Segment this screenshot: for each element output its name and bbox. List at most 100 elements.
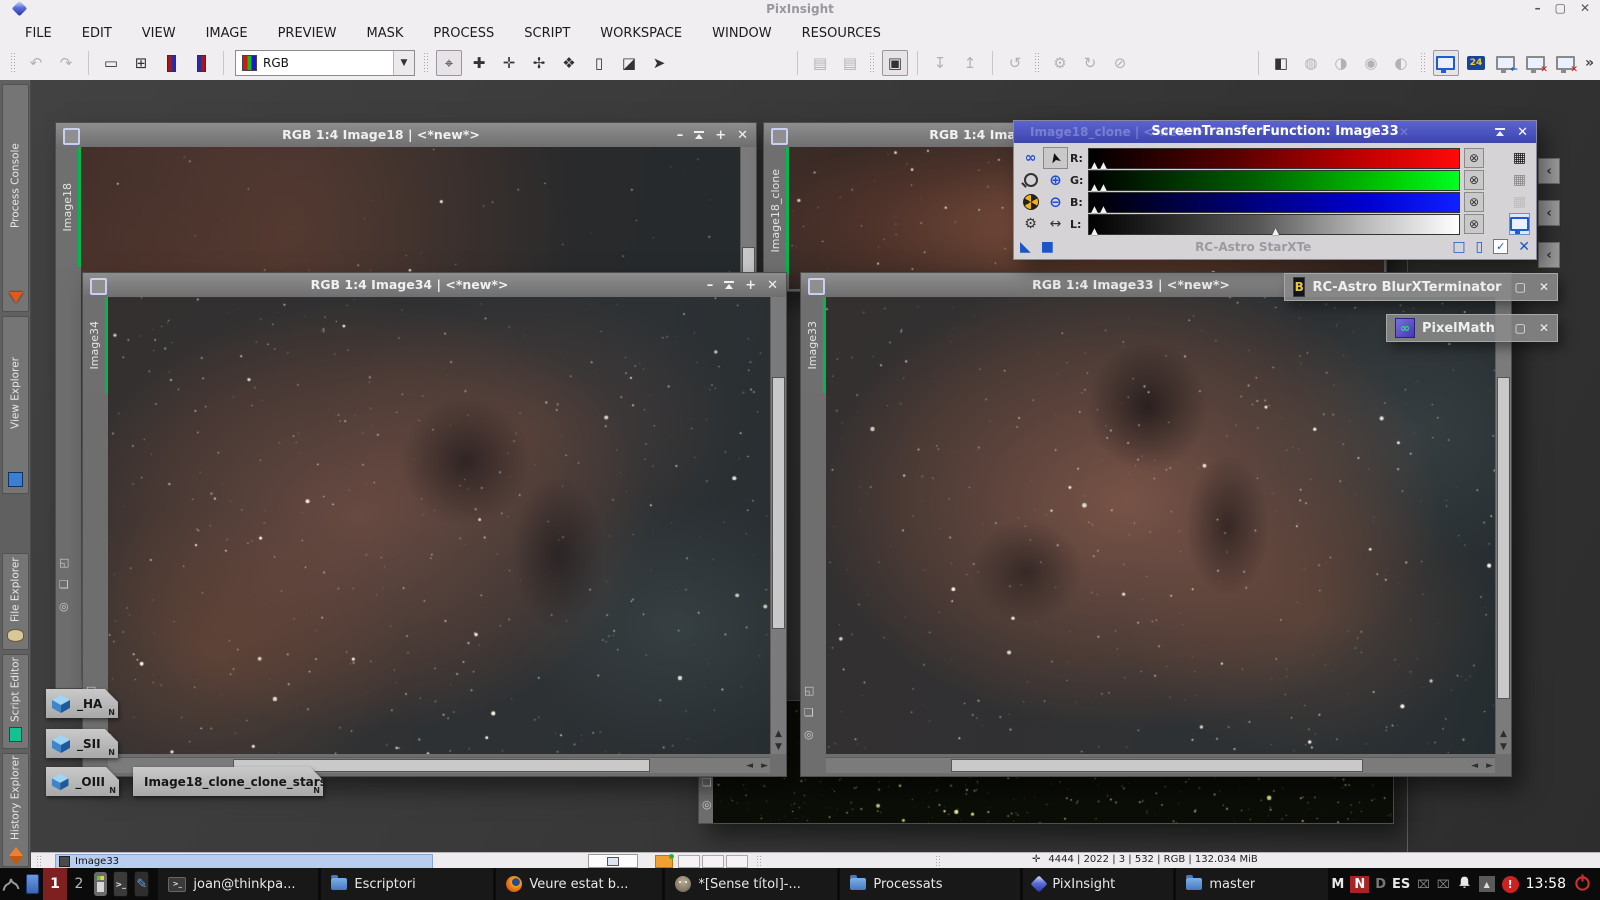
close-button[interactable]: ✕ (767, 278, 778, 293)
stf-24bit-lut-button[interactable]: 24 (1463, 50, 1489, 76)
tray-indicator-m[interactable]: M (1331, 877, 1344, 892)
center-view-icon[interactable]: ◎ (702, 798, 712, 811)
menu-process[interactable]: PROCESS (418, 22, 509, 45)
vertical-scrollbar[interactable]: ▲▼ (1495, 297, 1511, 754)
alert-tray-icon[interactable]: ! (1502, 876, 1519, 893)
window-image18-titlebar[interactable]: RGB 1:4 Image18 | <*new*> – + ✕ (56, 123, 756, 148)
task-button[interactable]: >_joan@thinkpa... (158, 868, 318, 900)
minimize-button[interactable]: – (677, 128, 684, 143)
workspace-1[interactable]: 1 (43, 868, 67, 900)
menu-workspace[interactable]: WORKSPACE (585, 22, 697, 45)
show-desktop-button[interactable] (26, 874, 39, 894)
track-view-checkbox[interactable]: ✓ (1493, 239, 1508, 254)
menu-window[interactable]: WINDOW (697, 22, 787, 45)
pan-mode-button[interactable]: ❖ (556, 50, 582, 76)
scrollbar-thumb[interactable] (1497, 377, 1510, 699)
new-process-icon-button[interactable]: ▤ (807, 50, 833, 76)
link-rgb-icon[interactable]: ∞ (1018, 147, 1043, 169)
menu-script[interactable]: SCRIPT (509, 22, 585, 45)
image34-canvas-area[interactable] (108, 297, 770, 754)
shade-button[interactable]: ▢ (1515, 321, 1526, 335)
process-icon[interactable]: _SIIN (46, 729, 118, 758)
task-button[interactable]: *[Sense títol]-... (665, 868, 837, 900)
red-transfer-bar[interactable]: ▲ ▲ (1088, 148, 1460, 169)
menu-view[interactable]: VIEW (127, 22, 191, 45)
window-list-button[interactable] (588, 854, 638, 868)
new-preview-mode-button[interactable]: ▯ (586, 50, 612, 76)
menu-mask[interactable]: MASK (351, 22, 418, 45)
fit-window-icon[interactable]: ◱ (59, 556, 69, 569)
scroll-down-icon[interactable]: ▼ (1500, 741, 1507, 754)
chevron-down-icon[interactable]: ▼ (393, 51, 414, 75)
zoom-in-out-button[interactable]: ✛ (496, 50, 522, 76)
scroll-right-icon[interactable]: ► (1486, 761, 1493, 771)
task-button[interactable]: Escriptori (321, 868, 493, 900)
task-button[interactable]: Veure estat b... (496, 868, 662, 900)
horizontal-scrollbar[interactable]: ◄► (826, 757, 1495, 773)
workspace-slot[interactable] (678, 855, 700, 868)
window-frame-tools[interactable]: ◱ ❏ ◎ (59, 556, 69, 613)
sidebar-tab-history-explorer[interactable]: History Explorer (2, 753, 29, 867)
close-button[interactable]: ✕ (1539, 321, 1549, 335)
close-button[interactable]: ✕ (1580, 1, 1590, 15)
view-selector-dropdown[interactable]: RGB▼ (235, 50, 415, 76)
close-button[interactable]: ✕ (737, 128, 748, 143)
channel-grid-mid-icon[interactable]: ▦ (1509, 169, 1530, 191)
center-view-icon[interactable]: ◎ (804, 728, 814, 741)
workspace-icon[interactable] (655, 855, 673, 868)
extract-red-channel-button[interactable] (158, 50, 184, 76)
sidebar-tab-view-explorer[interactable]: View Explorer (2, 316, 29, 494)
grow-button[interactable]: + (745, 278, 756, 293)
workspace-slot[interactable] (726, 855, 748, 868)
mask-selection-button[interactable]: ◐ (1388, 50, 1414, 76)
load-process-icons-button[interactable]: ↥ (957, 50, 983, 76)
scroll-left-icon[interactable]: ◄ (746, 761, 753, 771)
window-blurxterminator[interactable]: B RC-Astro BlurXTerminator ▢ ✕ (1284, 273, 1558, 301)
handle-icon[interactable] (36, 855, 42, 867)
tray-indicator-n[interactable]: N (1350, 876, 1369, 893)
view-tab-image34[interactable]: Image34 (83, 297, 108, 393)
scroll-up-icon[interactable]: ▲ (775, 728, 782, 741)
menu-image[interactable]: IMAGE (191, 22, 263, 45)
duplicate-view-icon[interactable]: ❏ (59, 578, 69, 591)
process-icon[interactable]: _HAN (46, 689, 118, 718)
view-tab-image33[interactable]: Image33 (801, 297, 826, 393)
window-selector-item[interactable]: Image33 (55, 854, 433, 869)
reset-lightness-button[interactable]: ⊗ (1464, 214, 1484, 234)
shade-button[interactable] (724, 281, 734, 290)
tray-indicator-d[interactable]: D (1375, 877, 1386, 892)
stf-settings-wrench-icon[interactable]: ⚙ (1018, 213, 1043, 235)
hidden-panel-handle[interactable]: ‹ (1538, 158, 1560, 184)
window-image34[interactable]: RGB 1:4 Image34 | <*new*> – + ✕ Image34 … (82, 272, 787, 777)
zoom-mode-icon[interactable] (1018, 169, 1043, 191)
reset-green-button[interactable]: ⊗ (1464, 170, 1484, 190)
lightness-transfer-bar[interactable]: ▲ ▲ (1088, 214, 1460, 235)
stf-apply-button[interactable]: ← (1493, 50, 1519, 76)
undo-button[interactable]: ↶ (23, 50, 49, 76)
input-device-icon[interactable]: ⌧ (1417, 878, 1430, 891)
menu-edit[interactable]: EDIT (67, 22, 127, 45)
screen-transfer-function-dialog[interactable]: Image18_clone | <*new*> ScreenTransferFu… (1013, 120, 1537, 260)
edit-preview-mode-button[interactable]: ◪ (616, 50, 642, 76)
handle-icon[interactable] (935, 855, 941, 867)
green-transfer-bar[interactable]: ▲ ▲ (1088, 170, 1460, 191)
hidden-panel-handle[interactable]: ‹ (1538, 242, 1560, 268)
reload-process-icons-button[interactable]: ↻ (1077, 50, 1103, 76)
menu-preview[interactable]: PREVIEW (263, 22, 352, 45)
image-window-icon[interactable] (771, 128, 788, 145)
shade-button[interactable] (694, 131, 704, 140)
readout-mode-button[interactable]: ➤ (646, 50, 672, 76)
menu-file[interactable]: FILE (10, 22, 67, 45)
stf-titlebar[interactable]: Image18_clone | <*new*> ScreenTransferFu… (1014, 121, 1536, 143)
image-window-icon[interactable] (808, 278, 825, 295)
reset-red-button[interactable]: ⊗ (1464, 148, 1484, 168)
updates-tray-icon[interactable]: ▲ (1479, 876, 1495, 892)
reset-blue-button[interactable]: ⊗ (1464, 192, 1484, 212)
task-button[interactable]: PixInsight (1023, 868, 1173, 900)
sidebar-tab-process-console[interactable]: Process Console (2, 84, 29, 312)
enable-mask-button[interactable]: ◑ (1328, 50, 1354, 76)
sidebar-tab-file-explorer[interactable]: File Explorer (2, 553, 29, 650)
scrollbar-thumb[interactable] (772, 377, 785, 629)
screen-monitor-icon[interactable] (1509, 213, 1530, 235)
notifications-bell-icon[interactable] (1457, 875, 1472, 894)
